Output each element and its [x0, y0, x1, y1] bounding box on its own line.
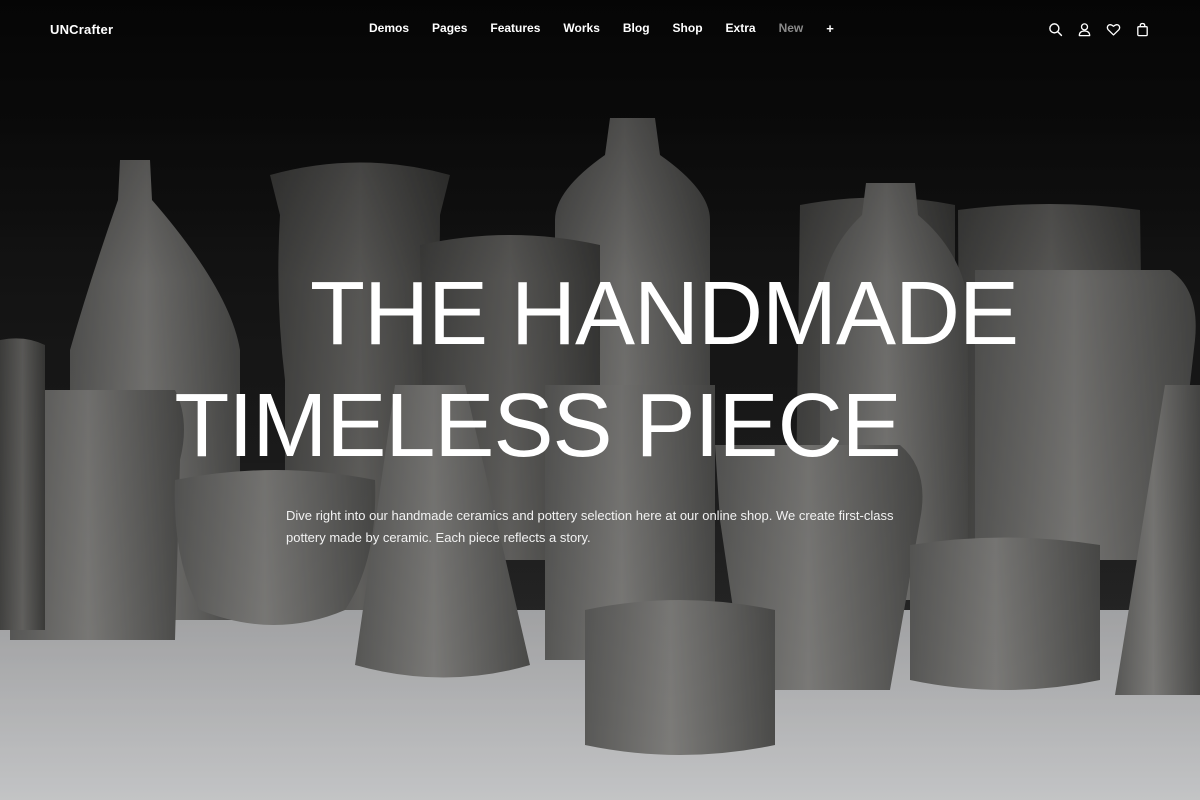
nav-item-more[interactable]: +	[826, 21, 834, 36]
header-actions	[1048, 22, 1150, 37]
nav-item-features[interactable]: Features	[490, 21, 540, 36]
nav-item-extra[interactable]: Extra	[726, 21, 756, 36]
nav-item-works[interactable]: Works	[563, 21, 599, 36]
nav-item-pages[interactable]: Pages	[432, 21, 467, 36]
nav-item-blog[interactable]: Blog	[623, 21, 650, 36]
user-icon[interactable]	[1077, 22, 1092, 37]
site-header: UNCrafter Demos Pages Features Works Blo…	[0, 0, 1200, 62]
nav-item-new[interactable]: New	[779, 21, 804, 36]
hero-description: Dive right into our handmade ceramics an…	[286, 508, 894, 545]
hero-title-line-2: TIMELESS PIECE	[174, 376, 901, 476]
site-logo[interactable]: UNCrafter	[50, 22, 113, 37]
hero-title-line-1: THE HANDMADE	[309, 264, 1019, 364]
nav-item-demos[interactable]: Demos	[369, 21, 409, 36]
main-navigation: Demos Pages Features Works Blog Shop Ext…	[369, 21, 834, 36]
hero-title: THE HANDMADE TIMELESS PIECE	[0, 258, 1200, 482]
search-icon[interactable]	[1048, 22, 1063, 37]
shopping-bag-icon[interactable]	[1135, 22, 1150, 37]
nav-item-shop[interactable]: Shop	[673, 21, 703, 36]
heart-icon[interactable]	[1106, 22, 1121, 37]
hero-section: UNCrafter Demos Pages Features Works Blo…	[0, 0, 1200, 800]
